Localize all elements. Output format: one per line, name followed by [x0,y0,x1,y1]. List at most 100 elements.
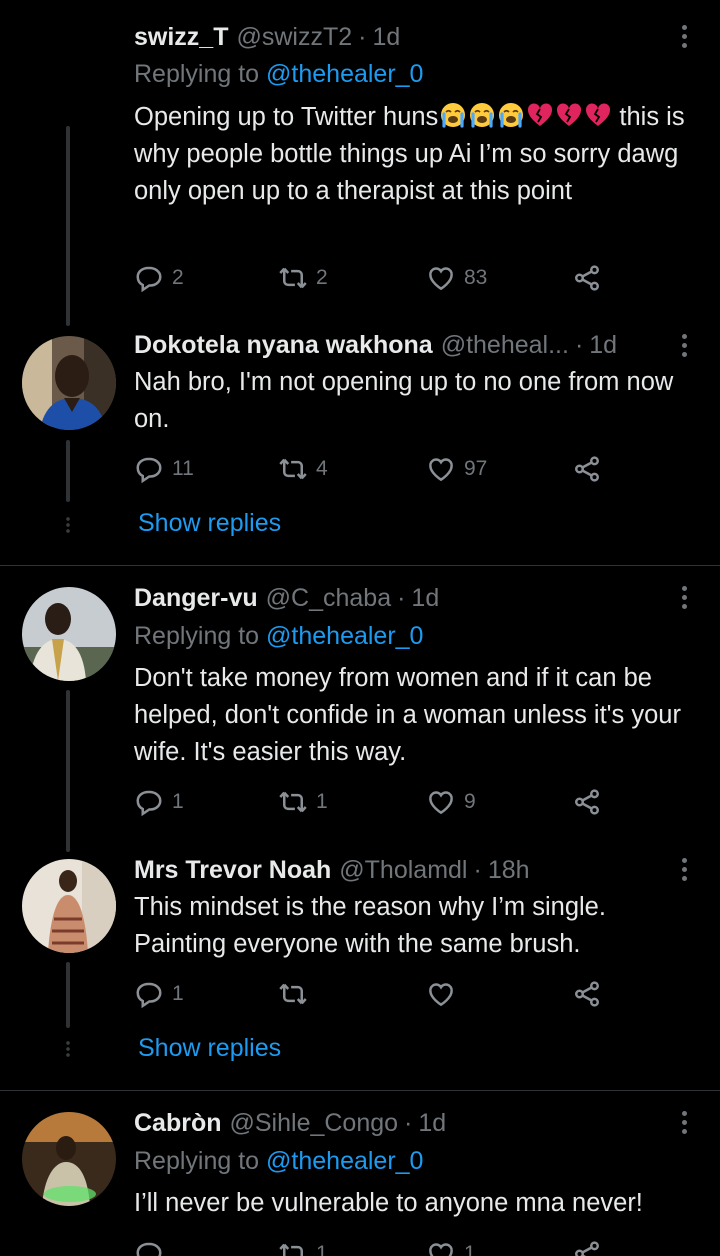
more-options-icon[interactable] [672,853,696,885]
show-replies-link[interactable]: Show replies [138,509,281,538]
replying-to: Replying to @thehealer_0 [134,1147,423,1176]
like-button[interactable]: 1 [426,1236,476,1256]
retweet-button[interactable]: 1 [278,1236,328,1256]
avatar[interactable] [22,587,116,681]
retweet-count: 4 [316,457,328,480]
share-icon [575,456,599,482]
timestamp[interactable]: 1d [411,584,439,613]
replying-to-link[interactable]: @thehealer_0 [266,1147,423,1175]
avatar[interactable] [22,859,116,953]
reply-button[interactable]: 1 [134,784,184,820]
replying-to-link[interactable]: @thehealer_0 [266,622,423,650]
user-handle[interactable]: @C_chaba [266,584,391,613]
heart-icon [429,458,453,482]
like-button[interactable]: 83 [426,260,487,296]
reply-icon [136,790,162,817]
retweet-icon [279,983,307,1005]
share-icon [575,789,599,815]
reply-count: 2 [172,266,184,289]
loudly-crying-face-icon [441,103,466,128]
separator-dot: · [574,330,584,359]
display-name[interactable]: Cabròn [134,1109,222,1138]
user-handle[interactable]: @theheal... [441,331,569,360]
show-replies-link[interactable]: Show replies [138,1034,281,1063]
heart-icon [429,983,453,1007]
replying-to: Replying to @thehealer_0 [134,60,423,89]
like-count: 1 [464,1242,476,1256]
retweet-icon [279,458,307,480]
display-name[interactable]: Dokotela nyana wakhona [134,331,433,360]
timestamp[interactable]: 1d [589,331,617,360]
user-handle[interactable]: @Sihle_Congo [230,1109,399,1138]
tweet-header: Danger-vu @C_chaba · 1d [134,581,439,615]
replying-prefix: Replying to [134,1147,260,1175]
retweet-button[interactable]: 4 [278,451,328,487]
more-options-icon[interactable] [672,1106,696,1138]
tweet-text: Nah bro, I'm not opening up to no one fr… [134,368,674,433]
reply-count: 1 [172,790,184,813]
display-name[interactable]: Mrs Trevor Noah [134,856,331,885]
reply-icon [136,457,162,484]
tweet-text: This mindset is the reason why I’m singl… [134,893,606,958]
heart-icon [429,791,453,815]
replying-to-link[interactable]: @thehealer_0 [266,60,423,88]
broken-heart-icon [528,103,553,126]
display-name[interactable]: Danger-vu [134,584,258,613]
tweet-actions: 1 1 [134,1236,614,1256]
retweet-count: 1 [316,790,328,813]
tweet-text: Don't take money from women and if it ca… [134,664,681,766]
share-button[interactable] [572,451,602,487]
share-button[interactable] [572,784,602,820]
retweet-button[interactable]: 1 [278,784,328,820]
retweet-icon [279,791,307,813]
more-options-icon[interactable] [672,20,696,52]
reply-count: 1 [172,982,184,1005]
broken-heart-icon [557,103,582,126]
reply-icon [136,982,162,1009]
retweet-count: 1 [316,1242,328,1256]
share-button[interactable] [572,976,602,1012]
retweet-icon [279,1243,303,1256]
like-button[interactable]: 97 [426,451,487,487]
replying-to: Replying to @thehealer_0 [134,622,423,651]
separator-dot: · [404,1108,413,1137]
like-count: 97 [464,457,488,480]
share-button[interactable] [572,260,602,296]
reply-button[interactable]: 2 [134,260,184,296]
replying-prefix: Replying to [134,622,260,650]
tweet-header: Dokotela nyana wakhona @theheal... · 1d [134,328,617,362]
timestamp[interactable]: 1d [372,23,400,52]
reply-button[interactable]: 11 [134,451,194,487]
timestamp[interactable]: 1d [418,1109,446,1138]
heart-icon [429,1243,453,1256]
user-handle[interactable]: @swizzT2 [236,23,352,52]
thread-line [66,126,70,326]
timestamp[interactable]: 18h [488,856,530,885]
more-options-icon[interactable] [672,581,696,613]
reply-button[interactable] [134,1236,172,1256]
reply-icon [136,266,162,293]
thread-line [66,962,70,1028]
user-handle[interactable]: @Tholamdl [339,856,467,885]
loudly-crying-face-icon [470,103,495,128]
retweet-count: 2 [316,266,328,289]
retweet-button[interactable]: 2 [278,260,328,296]
like-count: 83 [464,266,488,289]
like-button[interactable]: 9 [426,784,476,820]
more-options-icon[interactable] [672,329,696,361]
share-icon [575,1241,599,1256]
tweet-actions: 1 [134,976,614,1012]
like-button[interactable] [426,976,464,1012]
share-button[interactable] [572,1236,602,1256]
retweet-button[interactable] [278,976,316,1012]
display-name[interactable]: swizz_T [134,23,228,52]
avatar[interactable] [22,336,116,430]
tweet-text-lead: Opening up to Twitter huns [134,103,439,131]
thread-more-dots [66,1040,70,1058]
broken-heart-icon [586,103,611,126]
tweet-header: Mrs Trevor Noah @Tholamdl · 18h [134,853,530,887]
reply-button[interactable]: 1 [134,976,184,1012]
thread-line [66,690,70,852]
emoji-group [438,103,612,131]
avatar[interactable] [22,1112,116,1206]
